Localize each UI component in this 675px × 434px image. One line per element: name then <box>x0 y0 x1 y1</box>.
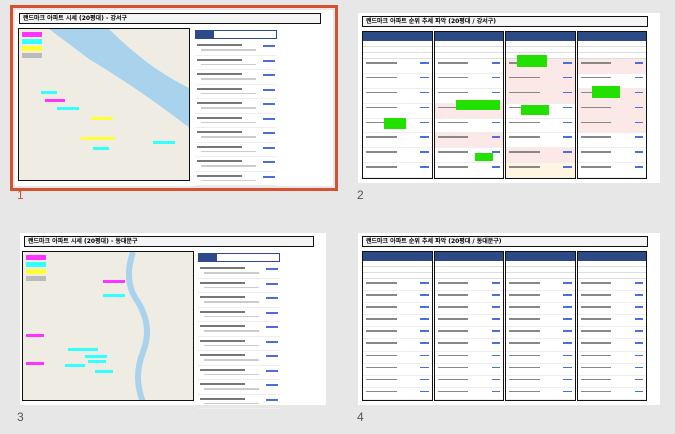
map-image <box>18 28 190 181</box>
trend-grid <box>362 251 648 401</box>
slide-number: 2 <box>357 188 364 202</box>
slide-thumbnail-3[interactable]: 랜드마크 아파트 시세 (20평대) - 동대문구 <box>20 233 326 409</box>
ranking-list <box>195 30 277 186</box>
slide-title: 랜드마크 아파트 시세 (20평대) - 강서구 <box>19 13 321 24</box>
slide-thumbnail-1[interactable]: 랜드마크 아파트 시세 (20평대) - 강서구 <box>10 5 338 191</box>
slide-number: 1 <box>17 188 24 202</box>
slide-number: 3 <box>17 410 24 424</box>
slide-number: 4 <box>357 410 364 424</box>
ranking-list <box>198 253 280 409</box>
trend-grid <box>362 31 648 179</box>
slide-thumbnail-4[interactable]: 랜드마크 아파트 순위 추세 파악 (20평대 / 동대문구) <box>358 233 660 405</box>
slide-title: 랜드마크 아파트 시세 (20평대) - 동대문구 <box>24 236 314 247</box>
slide-title: 랜드마크 아파트 순위 추세 파악 (20평대 / 동대문구) <box>362 236 648 247</box>
slide-title: 랜드마크 아파트 순위 추세 파악 (20평대 / 강서구) <box>362 16 648 27</box>
map-image <box>22 251 194 401</box>
slide-thumbnail-2[interactable]: 랜드마크 아파트 순위 추세 파악 (20평대 / 강서구) <box>358 13 660 183</box>
